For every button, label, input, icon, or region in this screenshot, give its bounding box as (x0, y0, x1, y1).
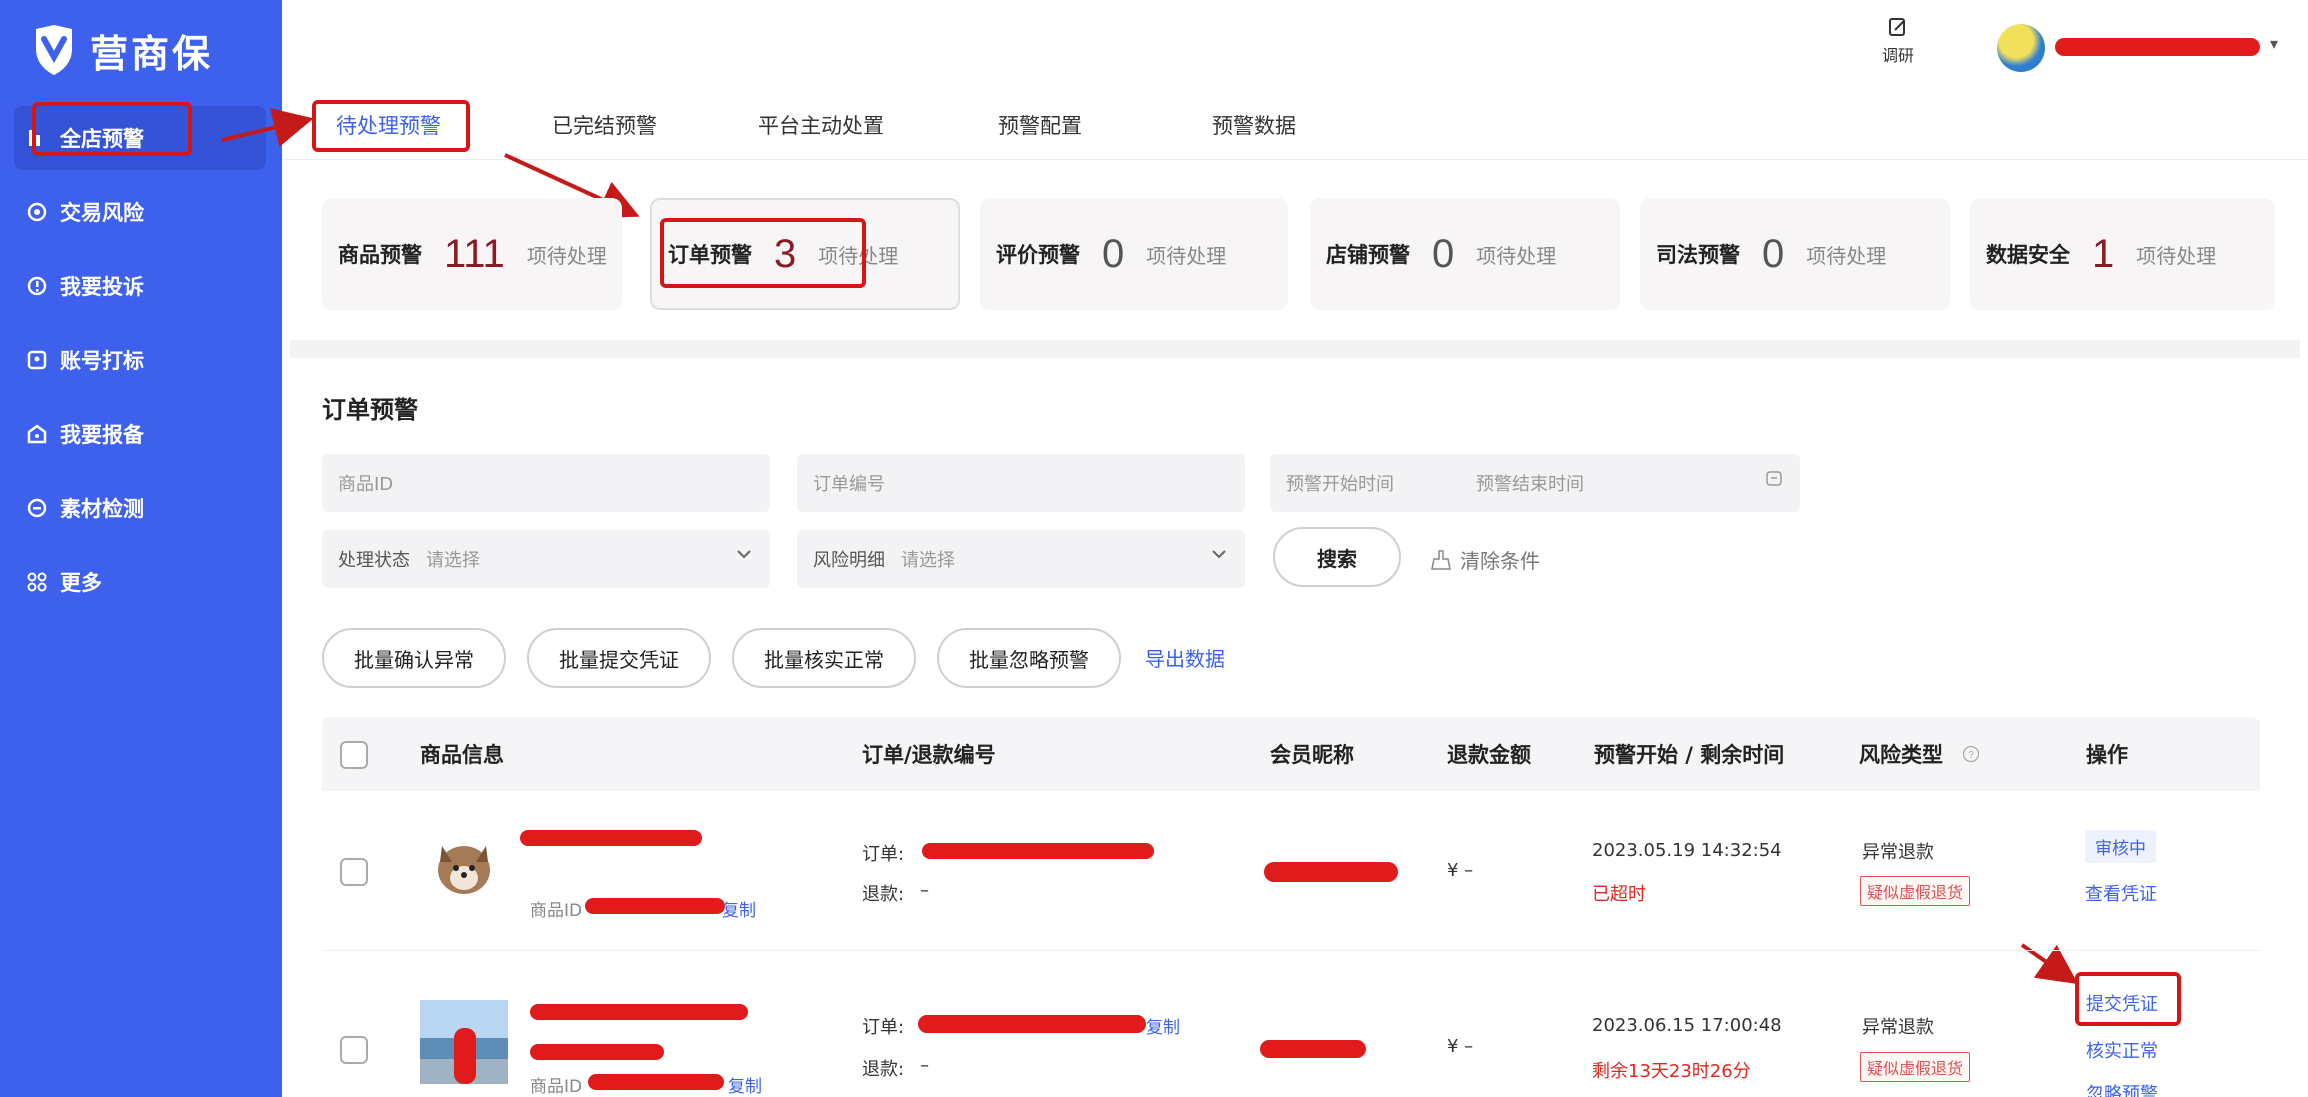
broom-icon (1431, 549, 1451, 570)
redacted-member-nickname (1260, 1040, 1366, 1058)
alert-start-time: 2023.06.15 17:00:48 (1592, 1015, 1782, 1036)
card-count: 111 (444, 231, 505, 276)
card-suffix: 项待处理 (1806, 243, 1887, 268)
help-icon[interactable]: ? (1962, 745, 1980, 763)
redacted-order-number (918, 1015, 1146, 1033)
column-header: 会员昵称 (1270, 743, 1354, 767)
order-label: 订单: (862, 844, 905, 865)
risk-label: 风险明细 (813, 550, 885, 571)
card-product-alerts[interactable]: 商品预警 111 项待处理 (322, 198, 622, 310)
risk-type: 异常退款 (1862, 842, 1934, 863)
calendar-icon (1766, 471, 1782, 486)
product-id-input[interactable]: 商品ID (322, 454, 770, 512)
risk-tag: 疑似虚假退货 (1860, 876, 1971, 906)
redacted-order-number (922, 843, 1154, 859)
status-placeholder: 请选择 (426, 550, 480, 571)
card-label: 数据安全 (1986, 243, 2070, 267)
svg-text:?: ? (1968, 750, 1974, 761)
refund-value: – (920, 1055, 929, 1076)
redacted-product-name (530, 1004, 748, 1020)
status-label: 处理状态 (338, 550, 410, 571)
batch-confirm-abnormal-button[interactable]: 批量确认异常 (322, 628, 506, 688)
card-suffix: 项待处理 (526, 243, 607, 268)
verify-normal-link[interactable]: 核实正常 (2086, 1037, 2158, 1063)
start-time-placeholder: 预警开始时间 (1286, 474, 1394, 495)
row-checkbox[interactable] (340, 1036, 368, 1064)
column-header: 操作 (2086, 743, 2128, 767)
annotation-box-submit-evidence (2075, 972, 2181, 1026)
product-id-label: 商品ID (530, 901, 583, 921)
risk-type: 异常退款 (1862, 1017, 1934, 1038)
column-header: 风险类型 (1859, 743, 1943, 767)
card-count: 1 (2092, 231, 2115, 276)
status-select[interactable]: 处理状态 请选择 (322, 530, 770, 588)
card-suffix: 项待处理 (2136, 243, 2217, 268)
card-label: 司法预警 (1656, 243, 1740, 267)
card-data-security[interactable]: 数据安全 1 项待处理 (1970, 198, 2275, 310)
risk-detail-select[interactable]: 风险明细 请选择 (797, 530, 1245, 588)
risk-tag: 疑似虚假退货 (1860, 1052, 1971, 1082)
refund-amount: ¥ – (1447, 1036, 1474, 1057)
redacted-product-name (520, 830, 702, 846)
redacted-product-id (588, 1074, 724, 1090)
remaining-time: 已超时 (1592, 884, 1646, 905)
divider-strip (290, 340, 2300, 358)
copy-link[interactable]: 复制 (728, 1072, 762, 1097)
status-badge: 审核中 (2085, 830, 2156, 863)
alert-start-time: 2023.05.19 14:32:54 (1592, 840, 1782, 861)
table-header: 商品信息 订单/退款编号 会员昵称 退款金额 预警开始 / 剩余时间 风险类型 … (322, 717, 2260, 791)
card-label: 店铺预警 (1326, 243, 1410, 267)
chevron-down-icon (1212, 550, 1226, 559)
row-checkbox[interactable] (340, 858, 368, 886)
card-suffix: 项待处理 (1146, 243, 1227, 268)
card-label: 商品预警 (338, 243, 422, 267)
card-count: 0 (1762, 231, 1785, 276)
chevron-down-icon (737, 550, 751, 559)
clear-filters-label: 清除条件 (1460, 549, 1540, 573)
section-title: 订单预警 (322, 396, 418, 424)
column-header: 订单/退款编号 (862, 743, 996, 767)
batch-submit-evidence-button[interactable]: 批量提交凭证 (527, 628, 711, 688)
refund-label: 退款: (862, 1059, 905, 1080)
search-button[interactable]: 搜索 (1273, 527, 1401, 587)
remaining-time: 剩余13天23时26分 (1592, 1061, 1751, 1082)
refund-amount: ¥ – (1447, 860, 1474, 881)
export-data-link[interactable]: 导出数据 (1145, 643, 1225, 672)
card-label: 评价预警 (996, 243, 1080, 267)
date-range-picker[interactable]: 预警开始时间 预警结束时间 (1270, 454, 1800, 512)
column-header: 商品信息 (420, 743, 504, 767)
card-suffix: 项待处理 (1476, 243, 1557, 268)
select-all-checkbox[interactable] (340, 741, 368, 769)
refund-label: 退款: (862, 884, 905, 905)
batch-ignore-alert-button[interactable]: 批量忽略预警 (937, 628, 1121, 688)
risk-placeholder: 请选择 (901, 550, 955, 571)
end-time-placeholder: 预警结束时间 (1476, 474, 1584, 495)
card-store-alerts[interactable]: 店铺预警 0 项待处理 (1310, 198, 1620, 310)
view-evidence-link[interactable]: 查看凭证 (2085, 880, 2157, 906)
redacted-product-name-line2 (530, 1044, 664, 1060)
card-review-alerts[interactable]: 评价预警 0 项待处理 (980, 198, 1288, 310)
refund-value: – (920, 880, 929, 901)
clear-filters-button[interactable]: 清除条件 (1430, 545, 1540, 574)
order-number-input[interactable]: 订单编号 (797, 454, 1245, 512)
order-number-placeholder: 订单编号 (813, 474, 885, 495)
row-divider (322, 950, 2260, 951)
redacted-thumbnail-area (454, 1028, 476, 1084)
annotation-box-order-card (660, 218, 866, 288)
ignore-alert-link[interactable]: 忽略预警 (2086, 1080, 2158, 1097)
column-header: 退款金额 (1447, 743, 1531, 767)
column-header: 预警开始 / 剩余时间 (1594, 743, 1785, 767)
card-judicial-alerts[interactable]: 司法预警 0 项待处理 (1640, 198, 1950, 310)
product-id-label: 商品ID (530, 1077, 583, 1097)
card-count: 0 (1432, 231, 1455, 276)
copy-link[interactable]: 复制 (1146, 1013, 1180, 1038)
copy-link[interactable]: 复制 (722, 896, 756, 921)
product-thumbnail (438, 846, 490, 894)
batch-verify-normal-button[interactable]: 批量核实正常 (732, 628, 916, 688)
redacted-member-nickname (1264, 862, 1398, 882)
order-label: 订单: (862, 1017, 905, 1038)
card-count: 0 (1102, 231, 1125, 276)
redacted-product-id (585, 898, 725, 914)
product-id-placeholder: 商品ID (338, 474, 394, 495)
